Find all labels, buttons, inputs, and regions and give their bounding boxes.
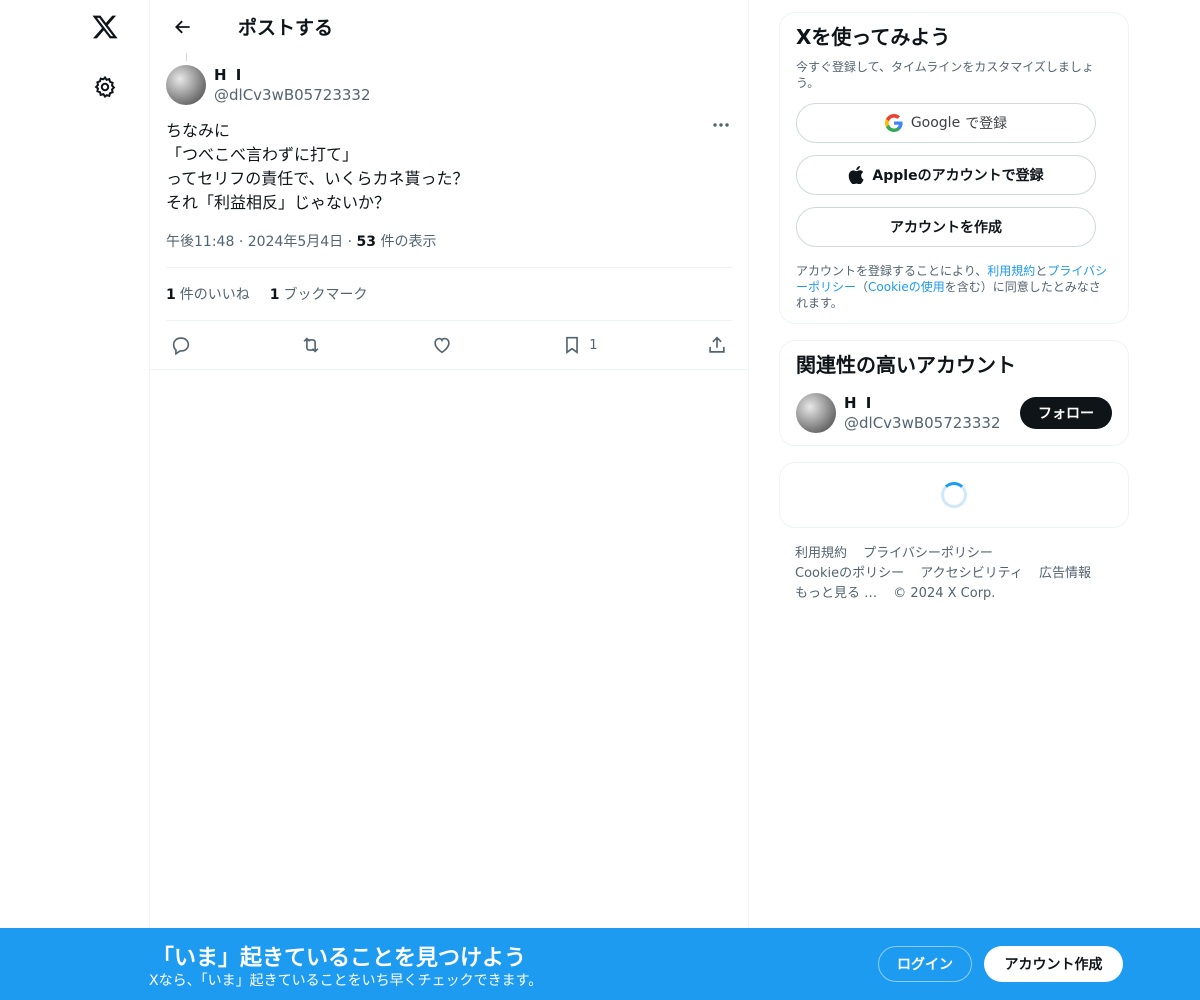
x-logo-icon[interactable] [88,10,122,44]
repost-button[interactable] [300,334,322,356]
more-options-icon[interactable] [710,115,732,135]
bookmarks-stat[interactable]: 1 ブックマーク [270,284,368,304]
legal-and: と [1035,264,1048,278]
footer-link[interactable]: 利用規約 [795,546,847,561]
apple-signup-label: Appleのアカウントで登録 [872,168,1044,184]
follow-button[interactable]: フォロー [1020,397,1112,429]
banner-title: 「いま」起きていることを見つけよう [152,946,527,971]
views-label: 件の表示 [380,234,437,250]
footer-link[interactable]: もっと見る … [795,586,877,601]
likes-count: 1 [166,287,176,303]
views-count: 53 [356,234,377,250]
meta-separator: · [347,234,357,250]
related-accounts-title: 関連性の高いアカウント [796,353,1016,377]
signup-card: Xを使ってみよう 今すぐ登録して、タイムラインをカスタマイズしましょう。 Goo… [779,12,1129,324]
related-account-name[interactable]: H I [844,393,1001,413]
bookmarks-count: 1 [269,287,280,303]
related-accounts-card: 関連性の高いアカウント H I @dlCv3wB05723332 フォロー [779,340,1129,446]
post-text-line: それ「利益相反」じゃないか？ [166,193,391,212]
post-meta: 午後11:48 · 2024年5月4日 · 53 件の表示 [166,231,732,268]
gear-icon[interactable] [88,70,122,104]
bookmark-action-count: 1 [589,337,598,353]
right-sidebar: Xを使ってみよう 今すぐ登録して、タイムラインをカスタマイズしましょう。 Goo… [779,12,1129,604]
legal-paren: （ [856,280,869,294]
cookie-link[interactable]: Cookieの使用 [868,280,945,294]
legal-text: アカウントを登録することにより、利用規約とプライバシーポリシー（Cookieの使… [796,263,1112,311]
apple-icon [849,166,865,184]
author-handle[interactable]: @dlCv3wB05723332 [214,85,371,105]
post-text-line: 「つべこべ言わずに打て」 [166,145,359,164]
loading-card [779,462,1129,528]
google-brand: Google [910,115,961,131]
footer-link[interactable]: Cookieのポリシー [795,566,904,581]
bookmark-icon [566,336,579,354]
banner-subtitle: Xなら、「いま」起きていることをいち早くチェックできます。 [149,973,543,989]
related-account[interactable]: H I @dlCv3wB05723332 フォロー [796,393,1112,433]
google-signup-suffix: で登録 [965,116,1008,132]
meta-separator: · [238,234,248,250]
footer-link[interactable]: プライバシーポリシー [863,546,993,561]
footer-link[interactable]: アクセシビリティ [920,566,1023,581]
page-header: ポストする [150,0,748,53]
banner-signup-button[interactable]: アカウント作成 [984,946,1123,982]
share-icon [709,336,725,353]
back-arrow-icon[interactable] [166,10,200,44]
copyright: © 2024 X Corp. [893,586,996,601]
like-button[interactable] [431,334,453,356]
signup-banner: 「いま」起きていることを見つけよう Xなら、「いま」起きていることをいち早くチェ… [0,928,1200,1000]
google-icon [884,114,903,132]
google-signup-button[interactable]: Google で登録 [796,103,1096,143]
heart-icon [434,337,450,354]
signup-card-subtitle: 今すぐ登録して、タイムラインをカスタマイズしましょう。 [796,60,1094,90]
post-text: ちなみに 「つべこべ言わずに打て」 ってセリフの責任で、いくらカネ貰った？ それ… [166,119,732,215]
main-column: ポストする H I @dlCv3wB05723332 ちなみに 「つべこべ言わず… [149,0,749,1000]
post-actions: 1 [166,321,732,369]
likes-label: 件のいいね [179,287,250,303]
share-button[interactable] [706,334,728,356]
apple-signup-button[interactable]: Appleのアカウントで登録 [796,155,1096,195]
reply-icon [172,337,190,356]
post-text-line: ってセリフの責任で、いくらカネ貰った？ [166,169,469,188]
post-text-line: ちなみに [166,121,231,140]
likes-stat[interactable]: 1 件のいいね [166,284,250,304]
post-date[interactable]: 2024年5月4日 [248,234,343,250]
left-nav [0,0,150,1000]
footer-link[interactable]: 広告情報 [1039,566,1091,581]
footer-links: 利用規約 プライバシーポリシー Cookieのポリシー アクセシビリティ 広告情… [779,544,1129,604]
login-button[interactable]: ログイン [878,946,972,982]
legal-prefix: アカウントを登録することにより、 [796,264,988,278]
signup-card-title: Xを使ってみよう [796,25,951,49]
related-account-names: H I @dlCv3wB05723332 [844,393,1001,433]
post-stats: 1 件のいいね 1 ブックマーク [166,268,732,321]
related-account-handle[interactable]: @dlCv3wB05723332 [844,413,1001,433]
post-author[interactable]: H I @dlCv3wB05723332 [166,53,732,105]
post-time[interactable]: 午後11:48 [166,234,234,250]
post: H I @dlCv3wB05723332 ちなみに 「つべこべ言わずに打て」 っ… [150,53,748,370]
create-account-button[interactable]: アカウントを作成 [796,207,1096,247]
author-name[interactable]: H I [214,65,371,85]
reply-button[interactable] [170,334,192,356]
repost-icon [303,337,319,353]
page-title: ポストする [238,17,334,39]
thread-line [186,53,187,61]
author-names: H I @dlCv3wB05723332 [214,65,371,105]
loading-spinner-icon [941,482,967,508]
avatar[interactable] [796,393,836,433]
bookmarks-label: ブックマーク [283,287,368,303]
terms-link[interactable]: 利用規約 [987,264,1035,278]
avatar[interactable] [166,65,206,105]
bookmark-button[interactable]: 1 [561,334,598,356]
